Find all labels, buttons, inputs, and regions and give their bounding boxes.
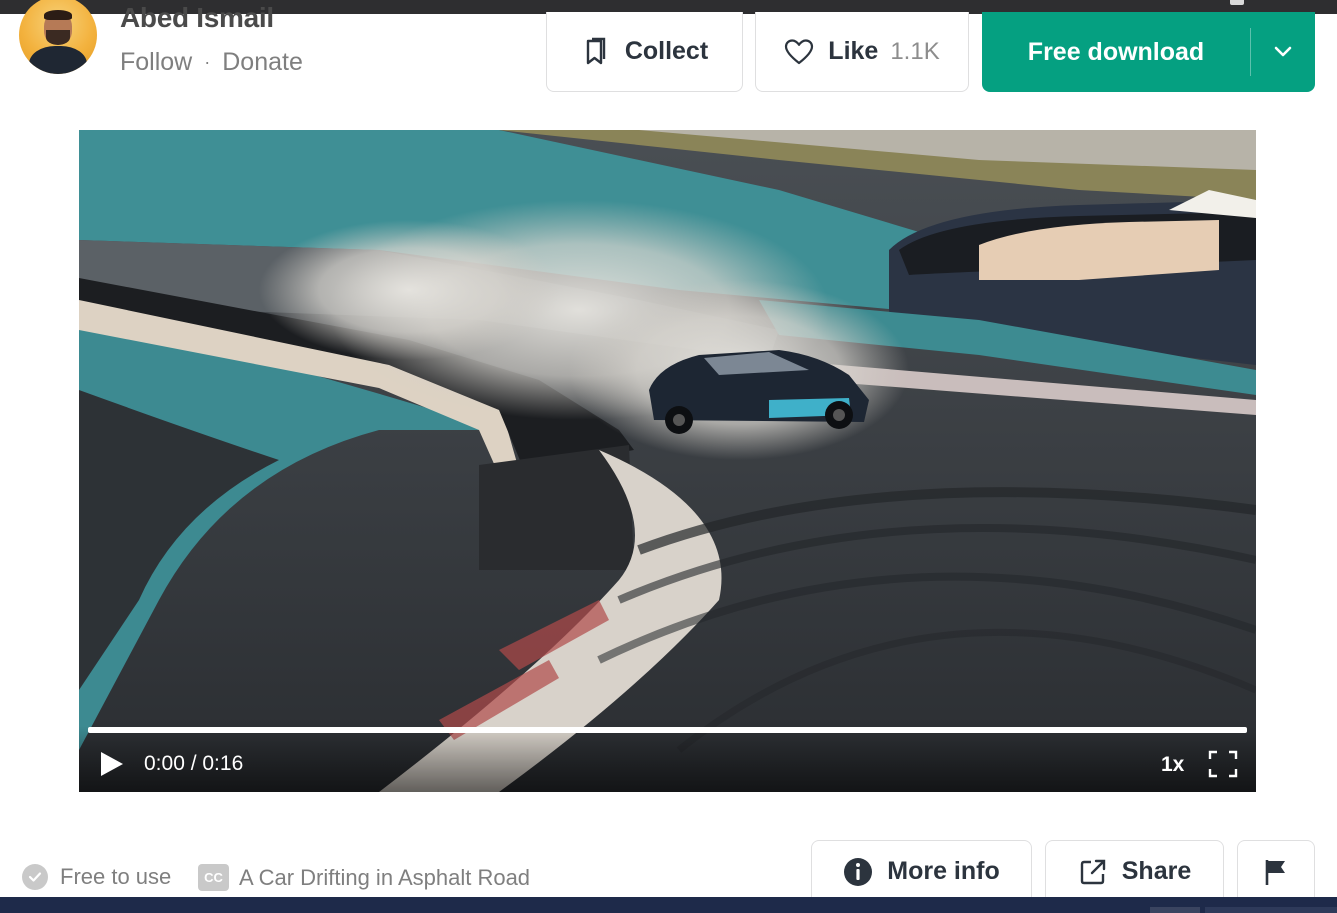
taskbar: [0, 897, 1337, 913]
window-icon: [1230, 0, 1244, 5]
video-player[interactable]: 0:00 / 0:16 1x: [79, 130, 1256, 792]
playback-speed-button[interactable]: 1x: [1161, 753, 1184, 777]
chevron-down-icon[interactable]: [1251, 45, 1315, 59]
author-name[interactable]: Abed Ismail: [120, 2, 274, 34]
like-count: 1.1K: [890, 37, 940, 65]
video-title-text: A Car Drifting in Asphalt Road: [239, 864, 531, 890]
video-frame: [79, 130, 1256, 792]
time-display: 0:00 / 0:16: [144, 752, 244, 775]
progress-bar[interactable]: [88, 727, 1247, 733]
info-icon: [843, 857, 873, 887]
author-links: Follow · Donate: [120, 48, 303, 77]
avatar[interactable]: [19, 0, 97, 74]
header: Abed Ismail Follow · Donate Collect Like…: [0, 0, 1337, 96]
closed-caption-icon: CC: [198, 864, 229, 891]
heart-icon: [784, 37, 814, 67]
info-row: Free to use CC A Car Drifting in Asphalt…: [0, 840, 1337, 902]
like-button[interactable]: Like 1.1K: [755, 12, 969, 92]
taskbar-item[interactable]: [1205, 907, 1337, 913]
report-button[interactable]: [1237, 840, 1315, 902]
collect-label: Collect: [624, 37, 709, 65]
like-label: Like: [828, 37, 879, 65]
free-download-button[interactable]: Free download: [982, 12, 1315, 92]
player-controls: [79, 726, 1256, 792]
follow-link[interactable]: Follow: [120, 48, 192, 77]
video-title: CC A Car Drifting in Asphalt Road: [198, 864, 530, 891]
flag-icon: [1264, 858, 1288, 886]
license-text: Free to use: [60, 864, 172, 889]
bookmark-icon: [581, 37, 611, 67]
collect-button[interactable]: Collect: [546, 12, 743, 92]
share-button[interactable]: Share: [1045, 840, 1224, 902]
free-to-use-badge[interactable]: Free to use: [22, 864, 171, 890]
share-icon: [1078, 857, 1108, 887]
download-label: Free download: [1027, 37, 1205, 66]
fullscreen-icon[interactable]: [1208, 750, 1238, 778]
check-circle-icon: [22, 864, 48, 890]
play-icon[interactable]: [99, 750, 125, 778]
more-info-button[interactable]: More info: [811, 840, 1032, 902]
more-info-label: More info: [887, 857, 1000, 885]
taskbar-item[interactable]: [1150, 907, 1200, 913]
donate-link[interactable]: Donate: [222, 48, 303, 77]
share-label: Share: [1121, 857, 1192, 885]
separator-dot: ·: [204, 52, 211, 72]
